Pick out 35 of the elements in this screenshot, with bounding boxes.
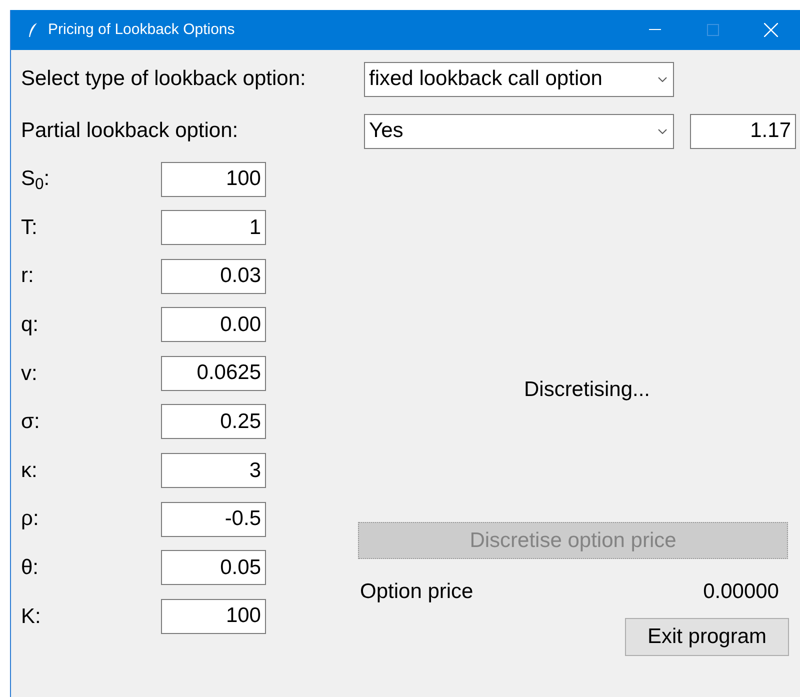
parameter-field[interactable]: 0.25 (161, 404, 266, 440)
parameter-label: v: (21, 360, 38, 387)
parameter-field[interactable]: -0.5 (161, 502, 266, 537)
chevron-down-icon (658, 76, 667, 82)
option-type-label: Select type of lookback option: (21, 66, 307, 92)
parameter-field[interactable]: 3 (161, 453, 266, 488)
option-price-value: 0.00000 (703, 579, 779, 606)
parameter-label: κ: (21, 458, 38, 484)
option-price-label: Option price (360, 579, 474, 606)
parameter-field[interactable]: 100 (161, 162, 266, 196)
parameter-field[interactable]: 0.05 (161, 550, 266, 586)
parameter-label: θ: (21, 555, 40, 581)
option-type-dropdown[interactable]: fixed lookback call option (364, 62, 674, 96)
partial-lookback-dropdown[interactable]: Yes (364, 114, 674, 148)
parameter-field[interactable]: 100 (161, 598, 266, 634)
parameter-label: K: (21, 604, 42, 630)
partial-parameter-field[interactable]: 1.17 (690, 114, 796, 148)
parameter-label: T: (21, 214, 38, 241)
parameter-label: ρ: (21, 506, 40, 532)
parameter-field[interactable]: 0.03 (161, 258, 266, 294)
parameter-field[interactable]: 0.0625 (161, 356, 266, 391)
parameter-field[interactable]: 1 (161, 210, 266, 246)
close-icon (764, 23, 778, 37)
partial-lookback-label: Partial lookback option: (21, 118, 240, 144)
maximize-icon (707, 24, 719, 36)
minimize-icon (649, 29, 661, 31)
status-text: Discretising... (524, 376, 650, 402)
chevron-down-icon (658, 128, 667, 134)
parameter-label: S$_{0}$: (21, 166, 51, 195)
parameter-label: q: (21, 312, 40, 338)
window-title: Pricing of Lookback Options (48, 20, 235, 40)
parameter-field[interactable]: 0.00 (161, 307, 266, 342)
parameter-label: σ: (21, 409, 41, 436)
parameter-label: r: (21, 263, 35, 290)
exit-button[interactable]: Exit program (625, 618, 789, 656)
